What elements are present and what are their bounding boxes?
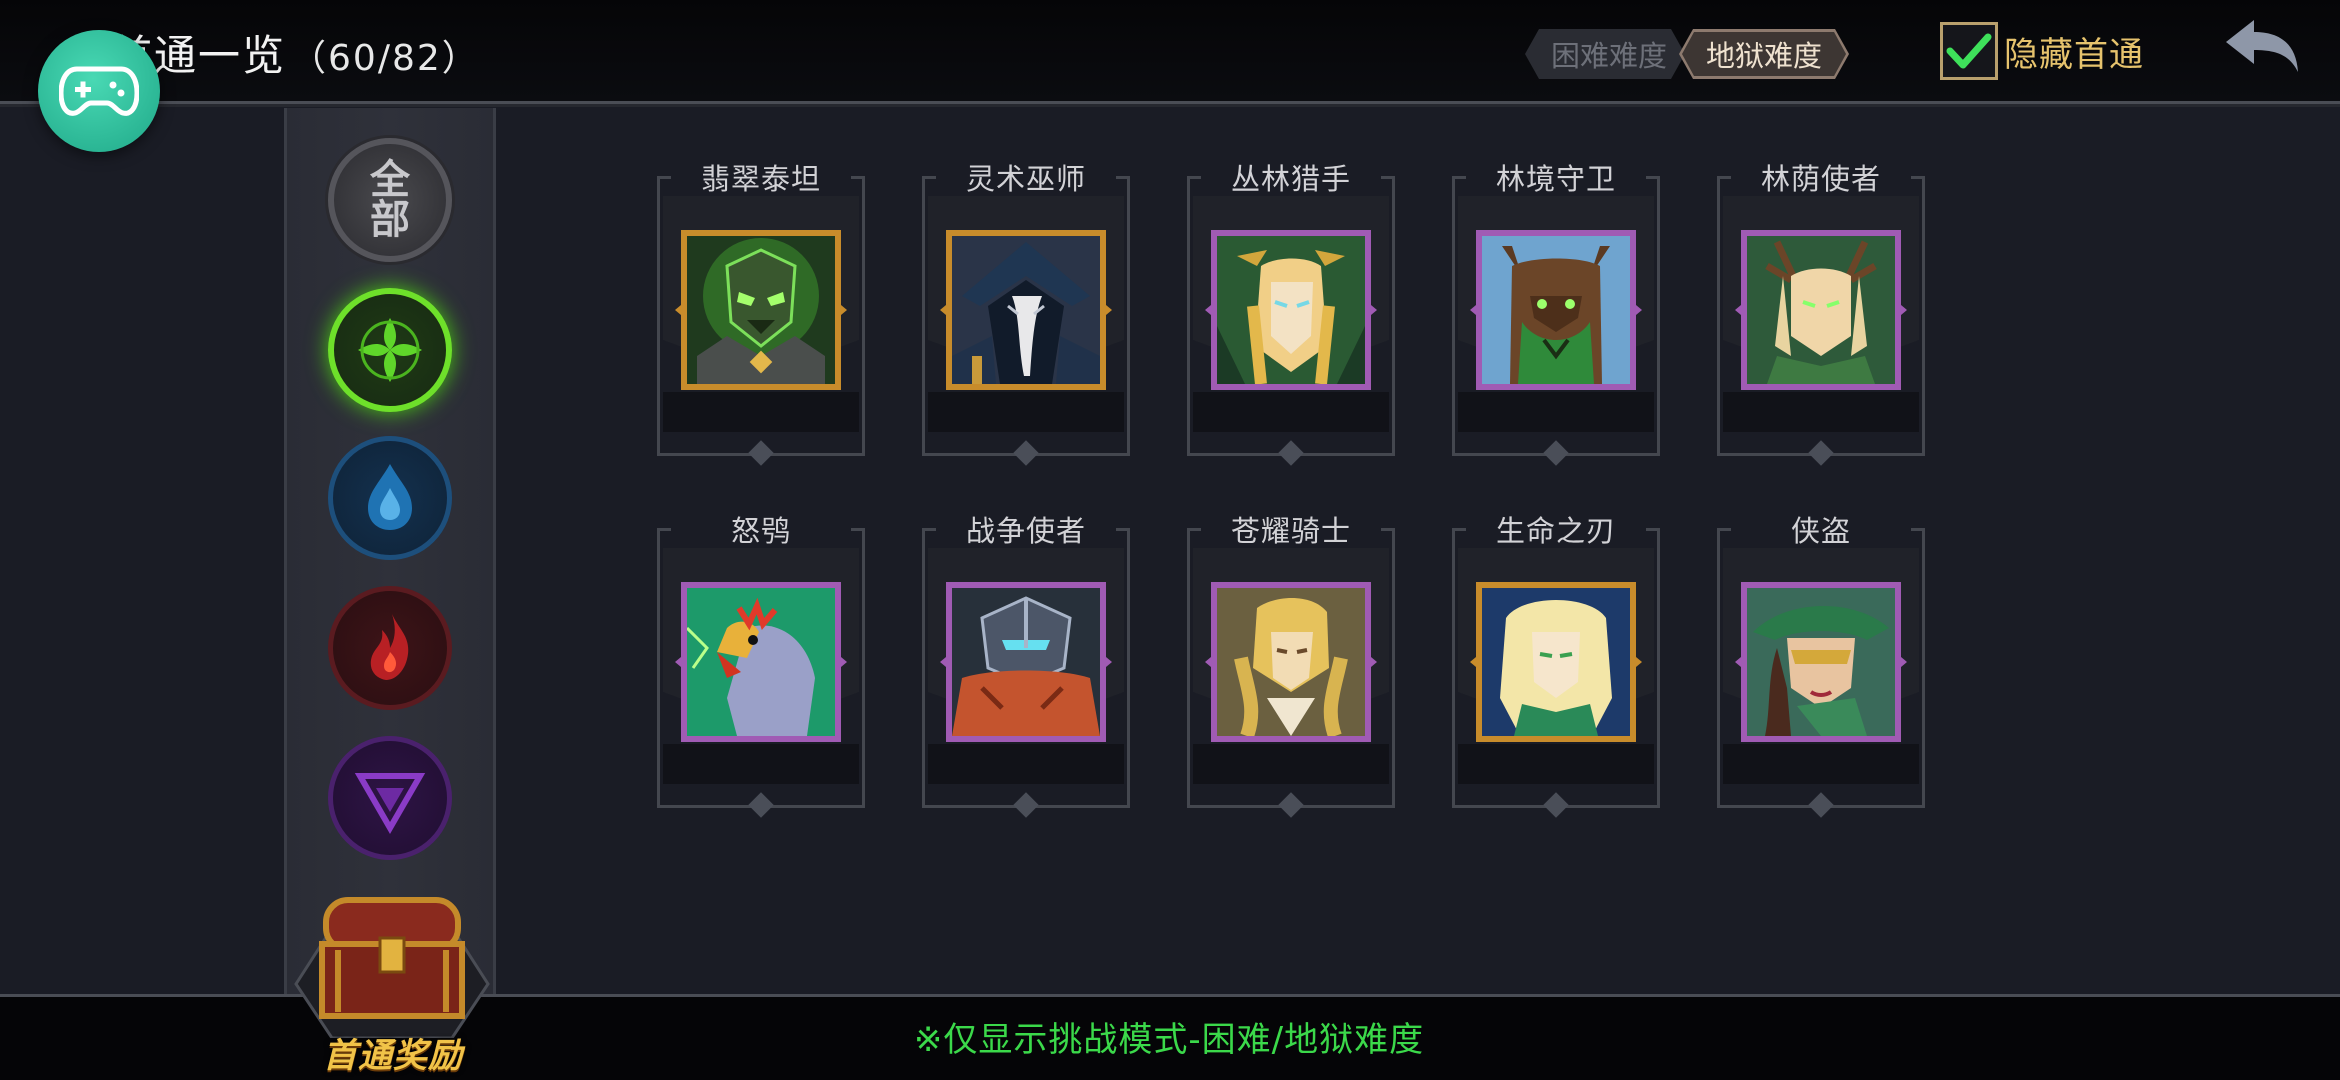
hero-card[interactable]: 林荫使者	[1717, 162, 1925, 466]
card-footer-slot	[1723, 392, 1919, 432]
hero-portrait	[946, 230, 1106, 390]
hero-card[interactable]: 翡翠泰坦	[657, 162, 865, 466]
card-footer-slot	[663, 392, 859, 432]
emerald-titan-portrait-icon	[687, 236, 835, 384]
top-bar: 首通一览 （60/82） 困难难度 地狱难度 隐藏首通	[0, 0, 2340, 107]
hero-name: 翡翠泰坦	[700, 162, 821, 196]
hero-name: 战争使者	[965, 514, 1086, 548]
hero-portrait	[1741, 230, 1901, 390]
hero-portrait	[1211, 230, 1371, 390]
faction-filter-fire[interactable]	[328, 586, 452, 710]
hero-portrait	[1741, 582, 1901, 742]
faction-filter-all[interactable]: 全部	[328, 138, 452, 262]
back-button[interactable]	[2220, 16, 2304, 76]
hero-name: 苍耀骑士	[1230, 514, 1351, 548]
checkmark-icon	[1946, 33, 1992, 69]
hero-portrait	[681, 582, 841, 742]
faction-filter-nature[interactable]	[328, 288, 452, 412]
hero-name: 灵术巫师	[965, 162, 1086, 196]
gamepad-overlay-button[interactable]	[38, 30, 160, 152]
hero-name: 林境守卫	[1495, 162, 1616, 196]
hero-name: 林荫使者	[1760, 162, 1881, 196]
hero-portrait	[1476, 582, 1636, 742]
card-footer-slot	[1723, 744, 1919, 784]
gamepad-icon	[59, 66, 139, 116]
hero-name: 丛林猎手	[1230, 162, 1351, 196]
war-envoy-portrait-icon	[952, 588, 1100, 736]
back-arrow-icon	[2226, 20, 2298, 72]
card-footer-slot	[663, 744, 859, 784]
hero-card[interactable]: 怒鸮	[657, 514, 865, 818]
faction-filter-arcane[interactable]	[328, 736, 452, 860]
faction-filter-water[interactable]	[328, 436, 452, 560]
arcane-triangle-icon	[354, 773, 426, 835]
hero-grid: 翡翠泰坦 灵术巫师 丛林猎手 林境守卫 林荫使者 怒鸮 战争使者 苍耀骑士 生命…	[500, 108, 2340, 996]
card-footer-slot	[1458, 744, 1654, 784]
hero-card[interactable]: 丛林猎手	[1187, 162, 1395, 466]
forest-guardian-portrait-icon	[1482, 236, 1630, 384]
hero-card[interactable]: 生命之刃	[1452, 514, 1660, 818]
difficulty-tabs: 困难难度 地狱难度	[1525, 28, 1849, 80]
hero-card[interactable]: 灵术巫师	[922, 162, 1130, 466]
shade-envoy-portrait-icon	[1747, 236, 1895, 384]
card-footer-slot	[928, 392, 1124, 432]
spirit-wizard-portrait-icon	[952, 236, 1100, 384]
hero-portrait	[1476, 230, 1636, 390]
tab-hell-difficulty[interactable]: 地狱难度	[1679, 29, 1849, 79]
hide-cleared-checkbox[interactable]	[1940, 22, 1998, 80]
card-footer-slot	[1193, 392, 1389, 432]
hero-name: 怒鸮	[730, 514, 791, 548]
azure-knight-portrait-icon	[1217, 588, 1365, 736]
hide-cleared-toggle[interactable]: 隐藏首通	[1940, 22, 2144, 80]
tab-hard-difficulty[interactable]: 困难难度	[1525, 29, 1685, 79]
rage-owl-portrait-icon	[687, 588, 835, 736]
card-footer-slot	[928, 744, 1124, 784]
water-drop-icon	[368, 464, 412, 530]
hero-portrait	[946, 582, 1106, 742]
rogue-portrait-icon	[1747, 588, 1895, 736]
difficulty-note-text: ※仅显示挑战模式-困难/地狱难度	[913, 1020, 1425, 1060]
faction-all-label: 全部	[370, 157, 410, 243]
hide-cleared-label: 隐藏首通	[2004, 34, 2144, 75]
hero-name: 生命之刃	[1495, 514, 1616, 548]
flame-icon	[370, 614, 409, 680]
hero-portrait	[1211, 582, 1371, 742]
hero-card[interactable]: 林境守卫	[1452, 162, 1660, 466]
treasure-chest-icon	[294, 897, 490, 1040]
tab-hard-label: 困难难度	[1551, 39, 1668, 73]
tab-hell-label: 地狱难度	[1682, 32, 1846, 76]
progress-count: （60/82）	[290, 38, 480, 79]
hero-name: 侠盗	[1790, 514, 1851, 548]
leaf-icon	[358, 318, 422, 382]
hero-card[interactable]: 苍耀骑士	[1187, 514, 1395, 818]
card-footer-slot	[1458, 392, 1654, 432]
card-footer-slot	[1193, 744, 1389, 784]
hero-card[interactable]: 侠盗	[1717, 514, 1925, 818]
faction-sidebar: 全部	[284, 108, 496, 996]
first-clear-reward-label: 首通奖励	[323, 1036, 463, 1076]
page-title: 首通一览 （60/82）	[110, 22, 480, 83]
hero-portrait	[681, 230, 841, 390]
life-blade-portrait-icon	[1482, 588, 1630, 736]
jungle-hunter-portrait-icon	[1217, 236, 1365, 384]
hero-card[interactable]: 战争使者	[922, 514, 1130, 818]
